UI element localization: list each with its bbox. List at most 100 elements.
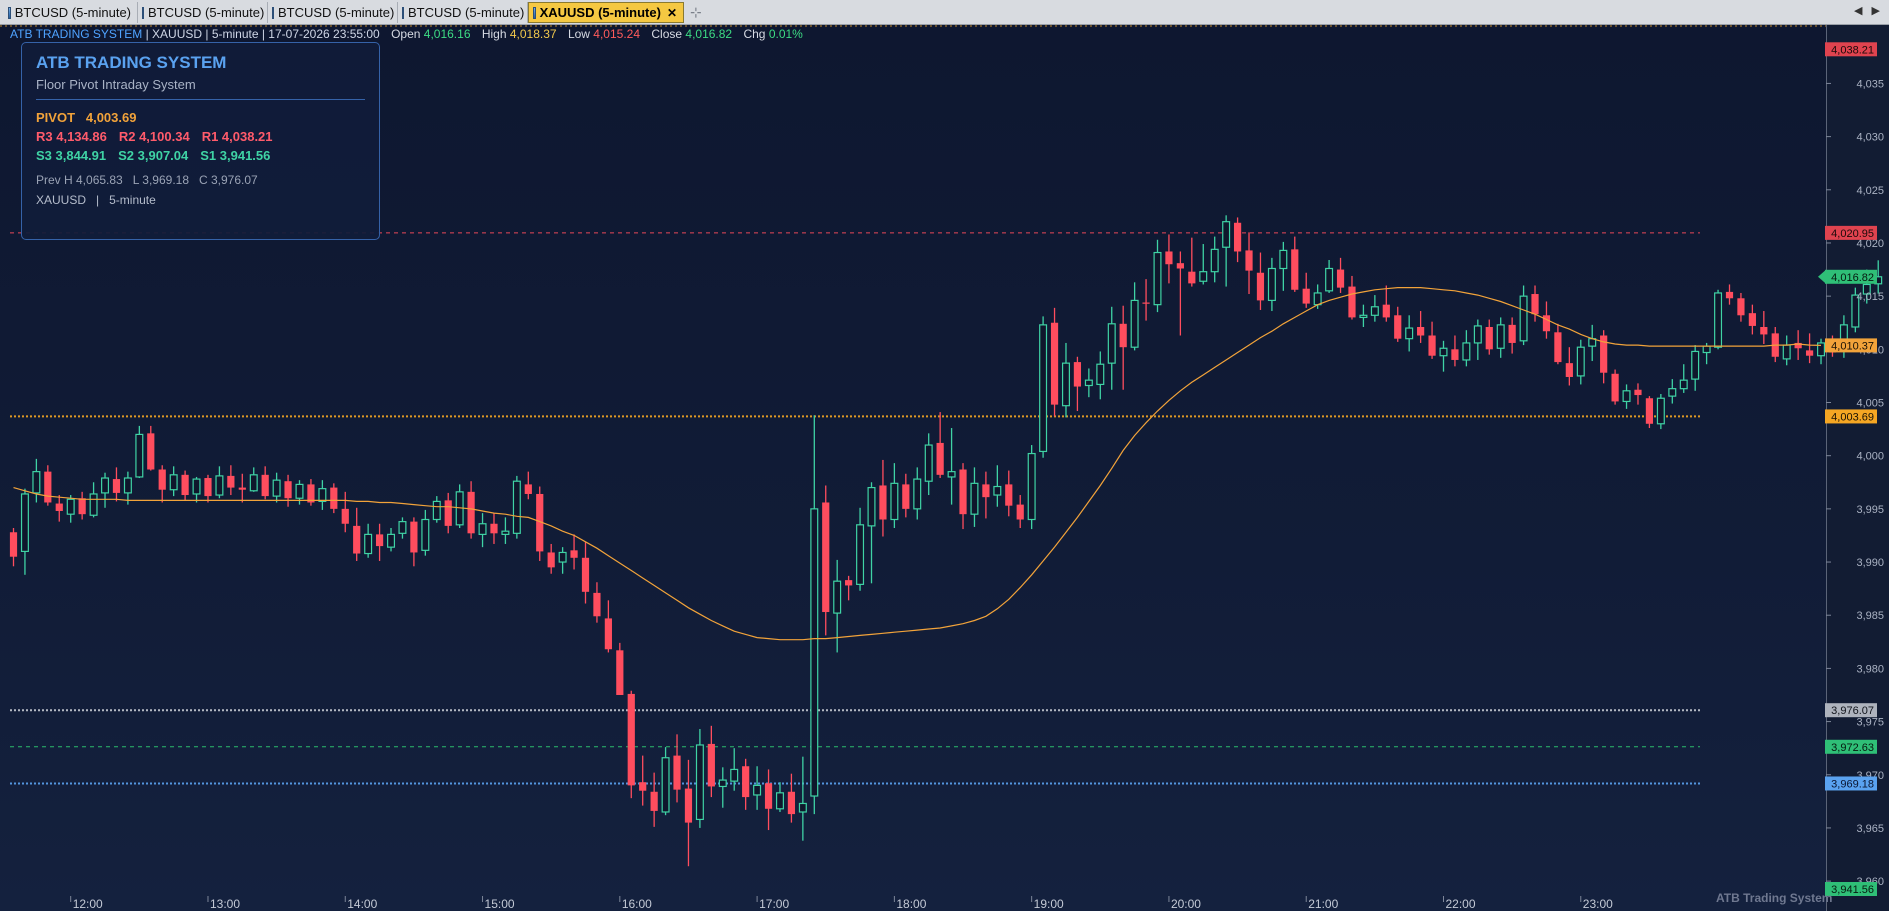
candle-body-up <box>215 475 224 496</box>
price-tag-label: 3,972.63 <box>1831 742 1874 754</box>
resistance-row: R3 4,134.86 R2 4,100.34 R1 4,038.21 <box>36 129 365 144</box>
pivot-info-panel: ATB TRADING SYSTEM Floor Pivot Intraday … <box>21 42 380 240</box>
candle-body-up <box>1405 327 1414 340</box>
price-tag-label: 4,003.69 <box>1831 411 1874 423</box>
candle-body-up <box>387 533 396 548</box>
x-tick-label: 23:00 <box>1583 897 1613 911</box>
candle-body-down <box>341 508 349 524</box>
candle-body-up <box>661 757 670 813</box>
candle-body-down <box>1016 504 1024 520</box>
y-tick-label: 3,975 <box>1856 717 1884 729</box>
previous-day-values: Prev H 4,065.83 L 3,969.18 C 3,976.07 <box>36 173 258 187</box>
candle-body-up <box>1153 251 1162 306</box>
candle-body-down <box>639 782 647 791</box>
candle-body-down <box>787 791 796 815</box>
candle-body-up <box>970 482 979 515</box>
candle-body-down <box>44 471 52 503</box>
candle-body-up <box>272 479 281 497</box>
price-tag-label: 3,969.18 <box>1831 778 1874 790</box>
x-tick-label: 12:00 <box>73 897 103 911</box>
candle-body-down <box>982 484 990 498</box>
panel-title: ATB TRADING SYSTEM <box>36 53 227 72</box>
candle-body-up <box>32 471 41 494</box>
candle-body-up <box>398 521 407 534</box>
candle-body-up <box>295 483 304 499</box>
candle-body-down <box>822 502 830 613</box>
candle-body-down <box>764 783 773 809</box>
candle-body-up <box>890 482 899 521</box>
candle-body-down <box>627 693 635 786</box>
candle-body-down <box>547 552 555 568</box>
candle-body-down <box>1382 304 1390 318</box>
candle-body-up <box>318 488 327 503</box>
candle-body-up <box>20 493 29 553</box>
candle-body-up <box>135 433 144 478</box>
candle-body-down <box>1417 326 1425 336</box>
y-tick-label: 4,005 <box>1856 398 1884 410</box>
y-tick-label: 4,035 <box>1856 78 1884 90</box>
ohlc-header: ATB TRADING SYSTEM | XAUUSD | 5-minute |… <box>10 27 803 41</box>
candle-body-down <box>570 550 578 558</box>
chg-label: Chg <box>743 27 766 41</box>
candle-body-down <box>684 788 693 823</box>
candle-body-down <box>1565 363 1573 377</box>
open-label: Open <box>391 27 421 41</box>
candle-body-down <box>410 521 418 553</box>
y-tick-label: 3,965 <box>1856 823 1884 835</box>
candle-body-down <box>490 523 498 534</box>
candle-body-down <box>1451 349 1459 360</box>
price-tag-label: 3,941.56 <box>1831 884 1874 896</box>
candle-body-down <box>936 442 944 475</box>
y-tick-label: 4,015 <box>1856 291 1884 303</box>
y-tick-label: 3,980 <box>1856 663 1884 675</box>
candle-body-up <box>1679 379 1688 390</box>
x-tick-label: 14:00 <box>347 897 377 911</box>
candle-body-up <box>1096 363 1105 386</box>
low-label: Low <box>567 27 590 41</box>
candle-body-up <box>66 498 75 515</box>
candle-body-up <box>123 477 132 494</box>
candle-body-up <box>1691 350 1700 380</box>
y-tick-label: 4,030 <box>1856 132 1884 144</box>
candle-body-down <box>1737 298 1745 316</box>
x-tick-label: 16:00 <box>622 897 652 911</box>
candle-body-up <box>364 533 373 555</box>
candle-body-down <box>1256 272 1265 301</box>
candle-body-down <box>1748 313 1756 326</box>
high-value: 4,018.37 <box>509 27 557 41</box>
r3-value: R3 4,134.86 <box>36 129 107 144</box>
candle-body-down <box>1554 332 1562 363</box>
candle-body-down <box>1508 324 1516 343</box>
candle-body-up <box>432 500 441 521</box>
y-tick-label: 4,000 <box>1856 451 1884 463</box>
candle-body-down <box>959 469 967 515</box>
candle-body-up <box>924 444 933 482</box>
candle-body-up <box>856 524 865 585</box>
open-value: 4,016.16 <box>423 27 471 41</box>
candle-body-down <box>1245 250 1253 271</box>
candle-body-up <box>1199 271 1208 282</box>
candle-body-up <box>1462 342 1471 361</box>
candle-body-down <box>1645 398 1654 424</box>
candle-body-down <box>112 479 121 493</box>
pivot-label: PIVOT <box>36 110 76 125</box>
x-tick-label: 21:00 <box>1308 897 1338 911</box>
candle-body-up <box>695 744 704 821</box>
x-tick-label: 22:00 <box>1446 897 1476 911</box>
candle-body-up <box>1107 323 1116 364</box>
y-tick-label: 4,025 <box>1856 185 1884 197</box>
candle-body-up <box>1267 267 1276 302</box>
close-label: Close <box>651 27 683 41</box>
candle-body-down <box>1176 263 1184 269</box>
price-tag-label: 4,020.95 <box>1831 228 1874 240</box>
x-tick-label: 18:00 <box>896 897 926 911</box>
candle-body-down <box>1428 335 1436 356</box>
candle-body-down <box>261 474 269 497</box>
price-tag-arrow <box>1818 269 1826 284</box>
candle-body-down <box>1291 249 1299 290</box>
candle-body-up <box>1656 397 1665 425</box>
candle-body-down <box>524 484 532 494</box>
candle-body-up <box>1222 221 1231 248</box>
x-tick-label: 20:00 <box>1171 897 1201 911</box>
candle-body-down <box>593 592 601 617</box>
